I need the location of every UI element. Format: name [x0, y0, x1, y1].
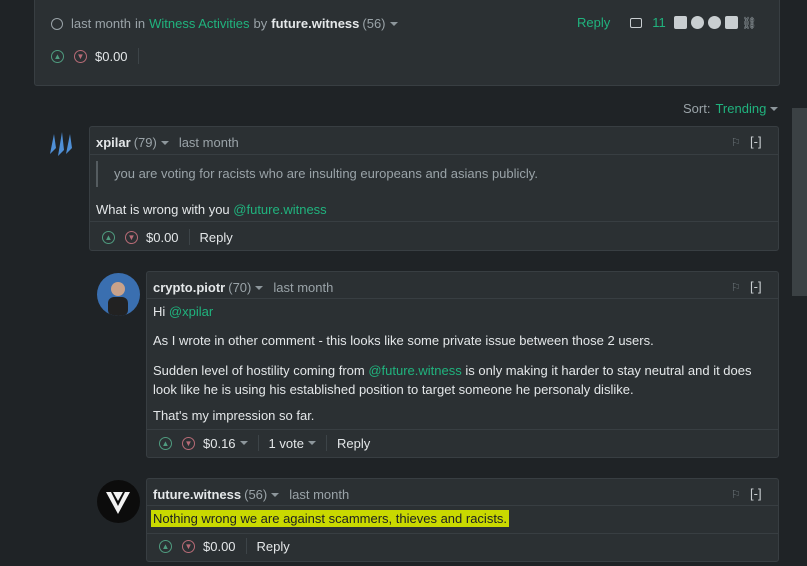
flag-icon[interactable]: ⚐	[731, 281, 741, 294]
collapse-button[interactable]: [-]	[750, 279, 762, 294]
linkedin-icon[interactable]	[724, 16, 738, 29]
avatar[interactable]	[97, 273, 140, 316]
author-reputation: (56)	[244, 487, 268, 502]
comment-author[interactable]: xpilar	[96, 135, 131, 150]
vote-count[interactable]: 1 vote	[269, 436, 304, 451]
chevron-down-icon[interactable]	[770, 106, 779, 111]
divider	[245, 538, 247, 554]
divider	[325, 435, 327, 451]
upvote-icon[interactable]: ▲	[51, 49, 64, 63]
sort-value[interactable]: Trending	[715, 101, 766, 116]
chevron-down-icon[interactable]	[389, 21, 398, 26]
flag-icon[interactable]: ⚐	[731, 136, 741, 149]
post-author[interactable]: future.witness	[271, 16, 359, 31]
category-link[interactable]: Witness Activities	[149, 16, 249, 31]
downvote-icon[interactable]: ▼	[182, 436, 195, 450]
author-reputation: (79)	[133, 135, 157, 150]
comment-time[interactable]: last month	[289, 487, 349, 502]
greeting-text: Hi	[153, 304, 169, 319]
comments-icon[interactable]	[630, 17, 643, 28]
clock-icon	[51, 17, 63, 30]
paragraph-1: As I wrote in other comment - this looks…	[153, 333, 654, 348]
chevron-down-icon[interactable]	[160, 140, 169, 145]
chevron-down-icon[interactable]	[271, 492, 280, 497]
in-label: in	[134, 16, 146, 31]
highlighted-text: Nothing wrong we are against scammers, t…	[151, 510, 510, 527]
chevron-down-icon[interactable]	[255, 285, 264, 290]
comment-time[interactable]: last month	[179, 135, 239, 150]
reply-link[interactable]: Reply	[200, 230, 233, 245]
comment-count[interactable]: 11	[652, 15, 666, 30]
author-reputation: (70)	[228, 280, 252, 295]
avatar-image	[108, 282, 128, 316]
collapse-button[interactable]: [-]	[750, 134, 762, 149]
greeting: Hi @xpilar	[153, 304, 213, 319]
upvote-icon[interactable]: ▲	[159, 436, 172, 450]
avatar[interactable]	[97, 480, 140, 523]
comment-payout[interactable]: $0.00	[203, 539, 236, 554]
by-label: by	[253, 16, 268, 31]
comment-future-witness: future.witness (56) last month ⚐ [-] Not…	[146, 478, 779, 562]
chevron-down-icon[interactable]	[239, 441, 248, 445]
comment-payout[interactable]: $0.16	[203, 436, 236, 451]
mention-link[interactable]: @future.witness	[233, 202, 326, 217]
comment-payout[interactable]: $0.00	[146, 230, 179, 245]
reply-link[interactable]: Reply	[337, 436, 370, 451]
avatar-image	[50, 132, 72, 156]
scrollbar[interactable]	[792, 108, 807, 296]
downvote-icon[interactable]: ▼	[125, 230, 138, 244]
paragraph-3: That's my impression so far.	[153, 408, 315, 423]
collapse-button[interactable]: [-]	[750, 486, 762, 501]
post-time: last month	[71, 16, 131, 31]
downvote-icon[interactable]: ▼	[74, 49, 87, 63]
mention-link[interactable]: @xpilar	[169, 304, 213, 319]
sort-label: Sort:	[683, 101, 711, 116]
avatar[interactable]	[46, 128, 78, 160]
twitter-icon[interactable]	[690, 16, 704, 29]
mention-link[interactable]: @future.witness	[368, 363, 461, 378]
body-text: What is wrong with you	[96, 202, 234, 217]
divider	[257, 435, 259, 451]
comment-author[interactable]: future.witness	[153, 487, 241, 502]
comment-time[interactable]: last month	[273, 280, 333, 295]
post-author-reputation: (56)	[362, 16, 386, 31]
comment-body: Nothing wrong we are against scammers, t…	[151, 510, 510, 527]
comment-xpilar: xpilar (79) last month ⚐ [-] you are vot…	[89, 126, 779, 251]
post-payout[interactable]: $0.00	[95, 49, 128, 64]
post-reply-link[interactable]: Reply	[577, 15, 610, 30]
avatar-image	[106, 492, 130, 514]
upvote-icon[interactable]: ▲	[102, 230, 115, 244]
divider	[188, 229, 190, 245]
downvote-icon[interactable]: ▼	[182, 539, 195, 553]
paragraph-2: Sudden level of hostility coming from @f…	[153, 361, 767, 399]
sort-control[interactable]: Sort: Trending	[683, 101, 779, 116]
comment-crypto-piotr: crypto.piotr (70) last month ⚐ [-] Hi @x…	[146, 271, 779, 458]
comment-author[interactable]: crypto.piotr	[153, 280, 225, 295]
para2-text-a: Sudden level of hostility coming from	[153, 363, 369, 378]
post-footer: last month in Witness Activities by futu…	[34, 0, 780, 86]
quote-text: you are voting for racists who are insul…	[114, 166, 538, 181]
reddit-icon[interactable]	[707, 16, 721, 29]
divider	[137, 48, 139, 64]
chevron-down-icon[interactable]	[307, 441, 316, 445]
comment-body: What is wrong with you @future.witness	[96, 202, 327, 217]
link-icon[interactable]: ⛓	[742, 16, 757, 30]
upvote-icon[interactable]: ▲	[159, 539, 172, 553]
facebook-icon[interactable]	[673, 16, 687, 29]
flag-icon[interactable]: ⚐	[731, 488, 741, 501]
reply-link[interactable]: Reply	[257, 539, 290, 554]
